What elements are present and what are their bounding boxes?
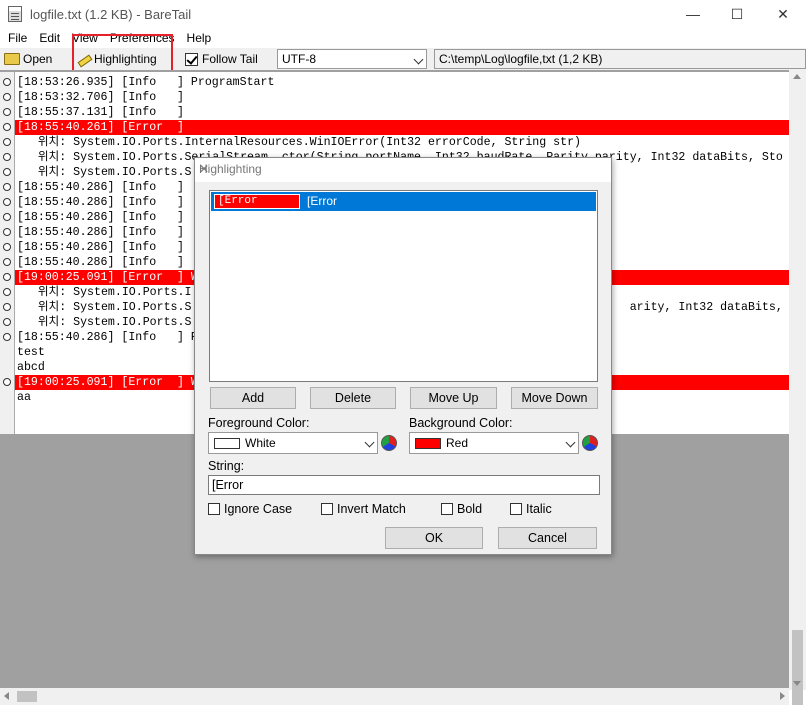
background-swatch	[415, 438, 441, 449]
foreground-color-label: Foreground Color:	[208, 416, 310, 430]
log-line-error: [18:55:40.261] [Error ]	[15, 120, 789, 135]
bookmark-marker-icon[interactable]	[3, 108, 11, 116]
title-bar: logfile.txt (1.2 KB) - BareTail — ☐ ✕	[0, 0, 806, 28]
close-button[interactable]: ✕	[760, 0, 806, 28]
italic-label: Italic	[526, 502, 552, 516]
encoding-select[interactable]: UTF-8	[277, 49, 427, 69]
rule-preview-swatch: [Error	[214, 194, 300, 209]
bookmark-marker-icon[interactable]	[3, 123, 11, 131]
bookmark-marker-icon[interactable]	[3, 243, 11, 251]
italic-option[interactable]: Italic	[510, 501, 552, 517]
bookmark-marker-icon[interactable]	[3, 318, 11, 326]
encoding-value: UTF-8	[282, 52, 316, 66]
menu-help[interactable]: Help	[181, 31, 218, 45]
open-button[interactable]: Open	[4, 50, 52, 68]
delete-button[interactable]: Delete	[310, 387, 396, 409]
scroll-down-icon[interactable]	[793, 681, 801, 686]
add-button[interactable]: Add	[210, 387, 296, 409]
ignore-case-option[interactable]: Ignore Case	[208, 501, 292, 517]
bookmark-marker-icon[interactable]	[3, 78, 11, 86]
bookmark-marker-icon[interactable]	[3, 258, 11, 266]
bold-label: Bold	[457, 502, 483, 516]
folder-icon	[4, 53, 20, 65]
chevron-down-icon	[364, 437, 375, 448]
bold-checkbox[interactable]	[441, 503, 453, 515]
cancel-button[interactable]: Cancel	[498, 527, 597, 549]
line-gutter	[0, 72, 15, 434]
file-path: C:\temp\Log\logfile,txt (1,2 KB)	[434, 49, 806, 69]
scroll-up-icon[interactable]	[793, 74, 801, 79]
string-label: String:	[208, 459, 245, 473]
minimize-button[interactable]: —	[670, 0, 716, 28]
foreground-color-select[interactable]: White	[208, 432, 378, 454]
log-line: [18:53:26.935] [Info ] ProgramStart	[17, 76, 275, 89]
rule-row[interactable]: [Error [Error	[211, 192, 596, 211]
menu-file[interactable]: File	[2, 31, 33, 45]
app-icon	[8, 6, 22, 22]
follow-tail-toggle[interactable]: Follow Tail	[185, 51, 258, 67]
ok-button[interactable]: OK	[385, 527, 483, 549]
move-down-button[interactable]: Move Down	[511, 387, 598, 409]
horizontal-scrollbar[interactable]	[0, 688, 789, 705]
background-color-value: Red	[446, 436, 469, 450]
dialog-title-bar: Highlighting ✕	[195, 158, 611, 182]
background-color-select[interactable]: Red	[409, 432, 579, 454]
log-line: 위치: System.IO.Ports.InternalResources.Wi…	[17, 136, 582, 149]
palette-icon[interactable]	[381, 435, 397, 451]
menu-edit[interactable]: Edit	[33, 31, 66, 45]
bookmark-marker-icon[interactable]	[3, 378, 11, 386]
vertical-scroll-thumb[interactable]	[792, 630, 803, 705]
string-input[interactable]: [Error	[208, 475, 600, 495]
background-color-label: Background Color:	[409, 416, 513, 430]
rule-pattern: [Error	[307, 194, 337, 208]
bookmark-marker-icon[interactable]	[3, 93, 11, 101]
invert-match-option[interactable]: Invert Match	[321, 501, 406, 517]
palette-icon[interactable]	[582, 435, 598, 451]
bookmark-marker-icon[interactable]	[3, 273, 11, 281]
horizontal-scroll-thumb[interactable]	[17, 691, 37, 702]
chevron-down-icon	[565, 437, 576, 448]
bookmark-marker-icon[interactable]	[3, 198, 11, 206]
log-line: [18:55:37.131] [Info ]	[17, 106, 184, 119]
rule-list[interactable]: [Error [Error	[209, 190, 598, 382]
chevron-down-icon	[413, 54, 424, 65]
bold-option[interactable]: Bold	[441, 501, 482, 517]
bookmark-marker-icon[interactable]	[3, 303, 11, 311]
highlighting-dialog: Highlighting ✕ [Error [Error Add Delete …	[194, 157, 612, 555]
scroll-left-icon[interactable]	[4, 692, 9, 700]
window-title: logfile.txt (1.2 KB) - BareTail	[30, 6, 192, 22]
bookmark-marker-icon[interactable]	[3, 333, 11, 341]
bookmark-marker-icon[interactable]	[3, 168, 11, 176]
invert-match-label: Invert Match	[337, 502, 406, 516]
bookmark-marker-icon[interactable]	[3, 288, 11, 296]
bookmark-marker-icon[interactable]	[3, 138, 11, 146]
open-label: Open	[23, 52, 53, 66]
log-line: [18:53:32.706] [Info ]	[17, 91, 184, 104]
vertical-scrollbar[interactable]	[789, 70, 806, 705]
scroll-right-icon[interactable]	[780, 692, 785, 700]
maximize-button[interactable]: ☐	[714, 0, 760, 28]
dialog-close-button[interactable]: ✕	[199, 162, 605, 176]
follow-tail-checkbox[interactable]	[185, 52, 198, 66]
bookmark-marker-icon[interactable]	[3, 213, 11, 221]
foreground-color-value: White	[245, 436, 276, 450]
follow-tail-label: Follow Tail	[202, 52, 258, 66]
invert-match-checkbox[interactable]	[321, 503, 333, 515]
bookmark-marker-icon[interactable]	[3, 183, 11, 191]
ignore-case-label: Ignore Case	[224, 502, 293, 516]
italic-checkbox[interactable]	[510, 503, 522, 515]
bookmark-marker-icon[interactable]	[3, 153, 11, 161]
foreground-swatch	[214, 438, 240, 449]
bookmark-marker-icon[interactable]	[3, 228, 11, 236]
move-up-button[interactable]: Move Up	[410, 387, 497, 409]
ignore-case-checkbox[interactable]	[208, 503, 220, 515]
